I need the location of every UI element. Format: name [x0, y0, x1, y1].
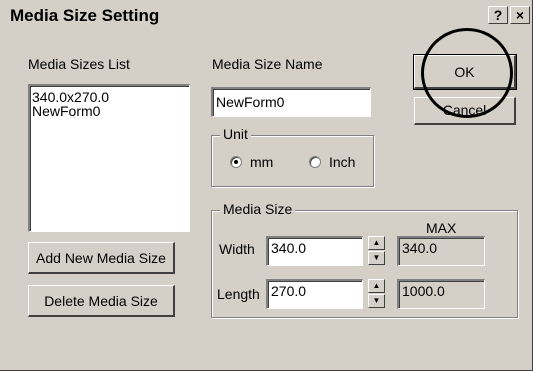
length-label: Length — [217, 286, 260, 302]
unit-mm-label[interactable]: mm — [250, 154, 273, 170]
max-label: MAX — [426, 220, 457, 236]
radio-selected-dot — [234, 160, 238, 164]
length-input[interactable]: 270.0 — [266, 279, 363, 309]
list-item[interactable]: 340.0x270.0 — [30, 90, 189, 104]
unit-group-title: Unit — [220, 126, 251, 142]
unit-inch-label[interactable]: Inch — [329, 154, 355, 170]
media-size-name-label: Media Size Name — [212, 56, 323, 72]
add-new-media-size-button[interactable]: Add New Media Size — [28, 242, 175, 274]
delete-media-size-button[interactable]: Delete Media Size — [28, 285, 175, 317]
media-size-name-input[interactable]: NewForm0 — [211, 87, 371, 117]
window-title: Media Size Setting — [10, 6, 160, 25]
width-spin-down-icon[interactable]: ▼ — [368, 251, 385, 265]
unit-mm-radio[interactable] — [230, 156, 242, 168]
length-max-field: 1000.0 — [397, 279, 485, 309]
highlight-circle — [421, 28, 513, 118]
width-input[interactable]: 340.0 — [266, 236, 363, 266]
length-spinner[interactable]: ▲ ▼ — [368, 279, 385, 309]
media-sizes-list[interactable]: 340.0x270.0 NewForm0 — [28, 84, 190, 232]
width-label: Width — [219, 241, 255, 257]
list-item[interactable]: NewForm0 — [30, 104, 189, 118]
title-bar: Media Size Setting ? × — [0, 0, 533, 30]
length-spin-down-icon[interactable]: ▼ — [368, 294, 385, 308]
media-size-group-title: Media Size — [220, 201, 296, 217]
unit-inch-radio[interactable] — [309, 156, 321, 168]
width-spin-up-icon[interactable]: ▲ — [368, 236, 385, 250]
length-spin-up-icon[interactable]: ▲ — [368, 279, 385, 293]
width-spinner[interactable]: ▲ ▼ — [368, 236, 385, 266]
help-button[interactable]: ? — [488, 6, 508, 24]
media-size-setting-dialog: Media Size Setting ? × Media Sizes List … — [0, 0, 533, 371]
width-max-field: 340.0 — [397, 236, 485, 266]
close-button[interactable]: × — [510, 6, 530, 24]
media-sizes-list-label: Media Sizes List — [28, 56, 130, 72]
